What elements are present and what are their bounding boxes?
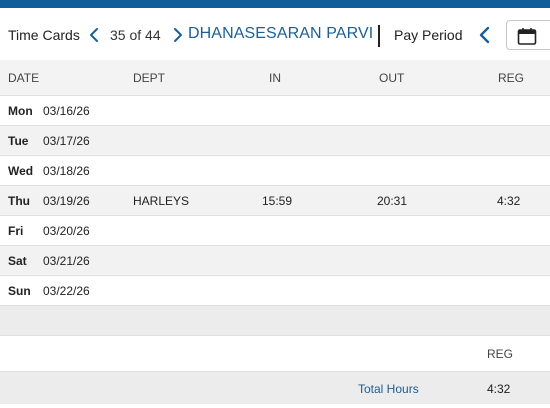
toolbar: Time Cards 35 of 44 DHANASESARAN PARVI P… [0,8,550,60]
row-day: Tue [8,134,29,148]
previous-pay-period-button[interactable] [476,24,494,46]
column-header-reg: REG [498,71,525,85]
pay-period-label: Pay Period [394,27,463,43]
row-day: Sat [8,254,27,268]
row-day: Sun [8,284,31,298]
row-dept: HARLEYS [133,194,190,208]
chevron-left-icon [90,28,98,42]
next-employee-button[interactable] [168,24,186,46]
row-day: Thu [8,194,30,208]
table-row[interactable]: Sun 03/22/26 [0,275,550,305]
table-row[interactable]: Tue 03/17/26 [0,125,550,155]
page-title: Time Cards [8,27,80,43]
row-day: Fri [8,224,24,238]
total-hours-value: 4:32 [487,382,511,396]
chevron-left-icon [479,26,490,44]
totals-column-header-reg: REG [487,347,514,361]
row-date: 03/21/26 [43,254,90,268]
column-header-out: OUT [379,71,405,85]
row-date: 03/22/26 [43,284,90,298]
row-date: 03/19/26 [43,194,90,208]
column-header-date: DATE [8,71,40,85]
table-header: DATE DEPT IN OUT REG [0,60,550,95]
row-day: Mon [8,104,33,118]
pay-period-date-picker[interactable] [506,20,550,50]
calendar-icon [517,28,537,45]
table-row[interactable]: Fri 03/20/26 [0,215,550,245]
chevron-right-icon [174,28,182,42]
table-row[interactable]: Mon 03/16/26 [0,95,550,125]
table-footer-spacer [0,305,550,335]
top-accent-strip [0,0,550,8]
row-date: 03/18/26 [43,164,90,178]
totals-row: Total Hours 4:32 [0,371,550,404]
record-counter: 35 of 44 [110,27,161,43]
row-date: 03/17/26 [43,134,90,148]
totals-header: REG [0,335,550,371]
row-day: Wed [8,164,34,178]
column-header-dept: DEPT [133,71,166,85]
row-out: 20:31 [377,194,408,208]
row-date: 03/20/26 [43,224,90,238]
row-in: 15:59 [262,194,293,208]
table-row[interactable]: Thu 03/19/26 HARLEYS 15:59 20:31 4:32 [0,185,550,215]
total-hours-label: Total Hours [358,382,419,396]
previous-employee-button[interactable] [86,24,104,46]
column-header-in: IN [269,71,281,85]
employee-name-link[interactable]: DHANASESARAN PARVI [188,25,373,43]
row-reg: 4:32 [497,194,521,208]
time-card-table: DATE DEPT IN OUT REG Mon 03/16/26 Tue 03… [0,60,550,305]
table-row[interactable]: Sat 03/21/26 [0,245,550,275]
table-row[interactable]: Wed 03/18/26 [0,155,550,185]
row-date: 03/16/26 [43,104,90,118]
toolbar-divider [378,25,380,47]
